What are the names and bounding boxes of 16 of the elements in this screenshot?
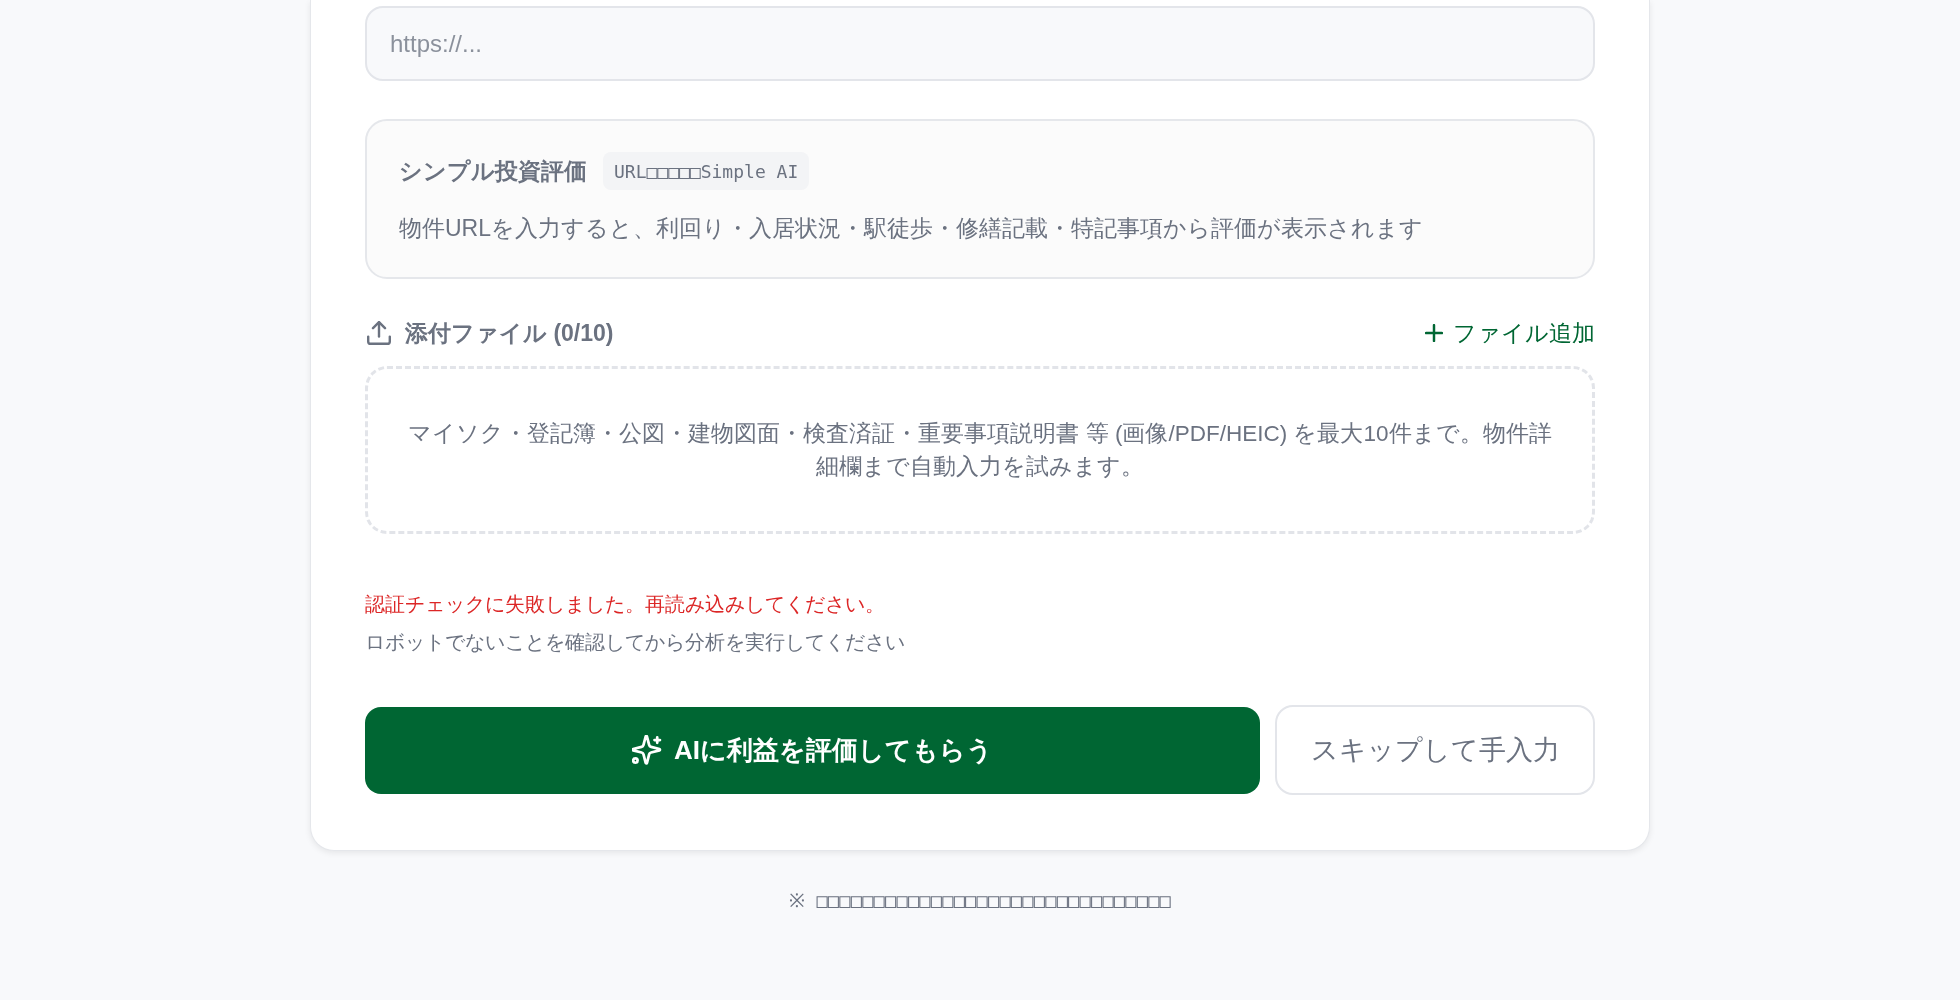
error-message: 認証チェックに失敗しました。再読み込みしてください。 <box>365 592 886 617</box>
hint-message: ロボットでないことを確認してから分析を実行してください <box>365 630 906 655</box>
footnote: ※ □□□□□□□□□□□□□□□□□□□□□□□□□□□□□□□ <box>787 888 1172 913</box>
attachments-label: 添付ファイル (0/10) <box>405 318 614 348</box>
skip-button[interactable]: スキップして手入力 <box>1275 705 1595 795</box>
add-file-button[interactable]: ファイル追加 <box>1425 317 1595 349</box>
source-badge: URL□□□□□Simple AI <box>603 152 810 190</box>
upload-icon <box>367 321 391 345</box>
panel-title: シンプル投資評価 <box>399 156 587 186</box>
panel-description: 物件URLを入力すると、利回り・入居状況・駅徒歩・修繕記載・特記事項から評価が表示されます <box>399 214 1424 243</box>
evaluate-button[interactable]: AIに利益を評価してもらう <box>365 706 1260 794</box>
file-drop-zone[interactable]: マイソク・登記簿・公図・建物図面・検査済証・重要事項説明書 等 (画像/PDF/HEIC) を最大10件まで。物件詳細欄まで自動入力を試みます。 <box>365 366 1595 534</box>
sparkle-icon <box>632 735 662 765</box>
drop-zone-hint: マイソク・登記簿・公図・建物図面・検査済証・重要事項説明書 等 (画像/PDF/HEIC) を最大10件まで。物件詳細欄まで自動入力を試みます。 <box>407 420 1553 481</box>
url-input[interactable]: https://... <box>365 6 1595 81</box>
plus-icon <box>1425 324 1443 342</box>
